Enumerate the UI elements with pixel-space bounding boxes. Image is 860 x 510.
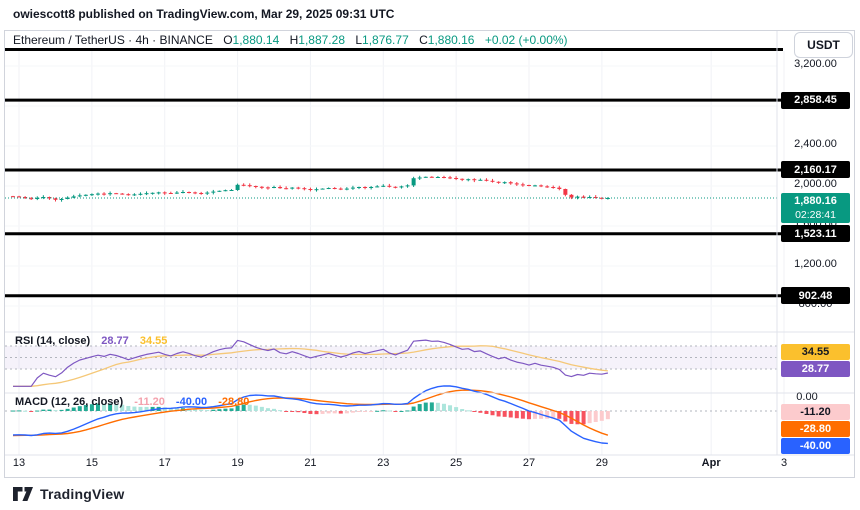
tradingview-logo-link[interactable]: TradingView	[13, 486, 124, 502]
time-tick-label: 13	[2, 457, 36, 469]
rsi-ma-axis-badge: 34.55	[781, 344, 850, 360]
macd-title: MACD (12, 26, close)	[15, 396, 123, 408]
level-price-badge: 2,858.45	[781, 92, 850, 109]
price-axis-unit-button[interactable]: USDT	[794, 32, 853, 58]
rsi-value: 28.77	[101, 335, 129, 347]
macd-hist-value: -11.20	[134, 396, 165, 408]
open-value: 1,880.14	[233, 33, 280, 47]
tradingview-logo-icon	[13, 487, 34, 502]
price-tick-label: 1,200.00	[777, 258, 854, 270]
price-tick-label: 2,400.00	[777, 138, 854, 150]
macd-signal-axis-badge: -28.80	[781, 421, 850, 437]
low-value: 1,876.77	[362, 33, 409, 47]
rsi-ma-value: 34.55	[140, 335, 168, 347]
time-tick-label: 27	[512, 457, 546, 469]
time-tick-label: 17	[148, 457, 182, 469]
chart-widget: Ethereum / TetherUS · 4h · BINANCE O1,88…	[4, 30, 855, 478]
price-tick-label: 3,200.00	[777, 58, 854, 70]
symbol-header: Ethereum / TetherUS · 4h · BINANCE O1,88…	[13, 33, 568, 47]
rsi-title: RSI (14, close)	[15, 335, 90, 347]
macd-line-axis-badge: -40.00	[781, 438, 850, 454]
level-price-badge: 2,160.17	[781, 161, 850, 178]
time-tick-label: 19	[221, 457, 255, 469]
level-price-badge: 1,523.11	[781, 225, 850, 242]
high-value: 1,887.28	[298, 33, 345, 47]
time-tick-label: 21	[293, 457, 327, 469]
macd-hist-axis-badge: -11.20	[781, 404, 850, 420]
open-label: O	[223, 33, 232, 47]
time-tick-label: Apr	[694, 457, 728, 469]
time-tick-label: 25	[439, 457, 473, 469]
macd-line-value: -40.00	[176, 396, 207, 408]
symbol-title: Ethereum / TetherUS · 4h · BINANCE	[13, 33, 213, 47]
high-label: H	[290, 33, 299, 47]
level-price-badge: 902.48	[781, 287, 850, 304]
macd-legend: MACD (12, 26, close) -11.20 -40.00 -28.8…	[15, 396, 257, 408]
chart-canvas	[5, 31, 854, 477]
close-label: C	[419, 33, 428, 47]
page: { "attribution": "owiescott8 published o…	[0, 0, 860, 510]
rsi-legend: RSI (14, close) 28.77 34.55	[15, 335, 175, 347]
price-tick-label: 2,000.00	[777, 178, 854, 190]
time-tick-label: 15	[75, 457, 109, 469]
close-value: 1,880.16	[428, 33, 475, 47]
time-tick-label: 29	[585, 457, 619, 469]
attribution-text: owiescott8 published on TradingView.com,…	[13, 7, 394, 21]
macd-zero-axis-label: 0.00	[777, 391, 837, 403]
last-price-badge: 1,880.16 02:28:41	[781, 193, 850, 223]
time-tick-label: 23	[366, 457, 400, 469]
last-price-value: 1,880.16	[781, 194, 850, 208]
rsi-axis-badge: 28.77	[781, 361, 850, 377]
change-value: +0.02 (+0.00%)	[485, 33, 568, 47]
macd-signal-value: -28.80	[218, 396, 249, 408]
tradingview-logo-text: TradingView	[40, 486, 124, 502]
time-tick-label: 3	[767, 457, 801, 469]
bar-countdown: 02:28:41	[781, 208, 850, 222]
